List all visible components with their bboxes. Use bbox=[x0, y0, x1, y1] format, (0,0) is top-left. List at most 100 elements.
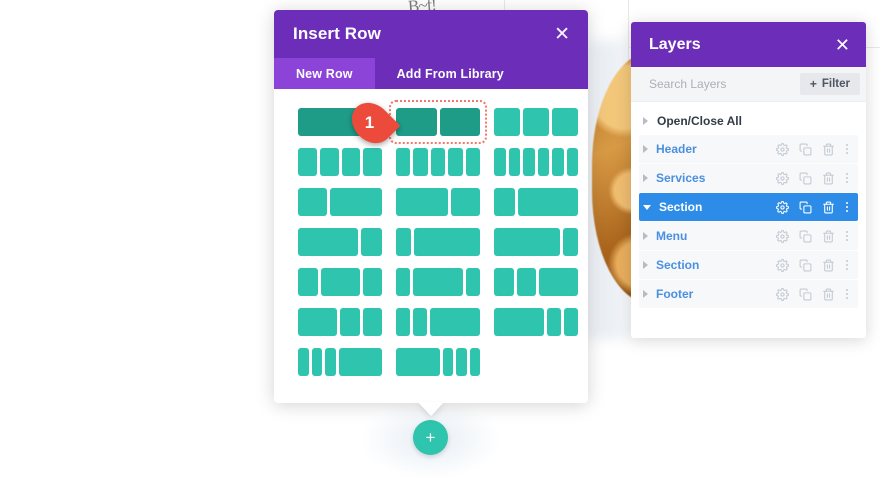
layout-column bbox=[508, 148, 520, 176]
layout-column bbox=[456, 348, 467, 376]
gear-icon[interactable] bbox=[776, 142, 789, 156]
row-layout-option-1/5-4/5[interactable] bbox=[394, 225, 482, 259]
layer-row-section[interactable]: Section bbox=[639, 193, 858, 221]
row-layout-option-1/5-3/5-1/5[interactable] bbox=[394, 265, 482, 299]
row-layout-option-5-column[interactable] bbox=[394, 145, 482, 179]
layer-row-actions bbox=[776, 200, 858, 214]
row-layout-option-6-column[interactable] bbox=[492, 145, 580, 179]
trash-icon[interactable] bbox=[822, 143, 835, 156]
duplicate-icon[interactable] bbox=[799, 143, 812, 156]
tab-new-row[interactable]: New Row bbox=[274, 58, 375, 89]
layout-column bbox=[566, 148, 578, 176]
layout-column bbox=[340, 308, 360, 336]
gear-icon[interactable] bbox=[776, 200, 789, 214]
kebab-menu-icon[interactable] bbox=[845, 260, 849, 270]
layout-column bbox=[494, 268, 514, 296]
open-close-all-toggle[interactable]: Open/Close All bbox=[631, 110, 866, 135]
filter-button-label: Filter bbox=[821, 78, 850, 90]
search-input[interactable] bbox=[649, 77, 789, 91]
layer-row-footer[interactable]: Footer bbox=[639, 280, 858, 308]
row-layout-option-1/5-1/5-3/5[interactable] bbox=[394, 305, 482, 339]
duplicate-icon[interactable] bbox=[799, 259, 812, 272]
layout-column bbox=[298, 308, 337, 336]
layout-column bbox=[396, 108, 437, 136]
row-layout-option-2-column[interactable]: 1 bbox=[343, 94, 487, 152]
layout-column bbox=[430, 308, 480, 336]
trash-icon[interactable] bbox=[822, 288, 835, 301]
row-layout-option-3-column[interactable] bbox=[492, 105, 580, 139]
duplicate-icon[interactable] bbox=[799, 288, 812, 301]
page-canvas: B~f! + Insert Row ✕ New Row Add From Lib… bbox=[0, 0, 880, 501]
layout-column bbox=[442, 348, 453, 376]
gear-icon[interactable] bbox=[776, 258, 789, 272]
layout-column bbox=[396, 228, 411, 256]
plus-icon: + bbox=[425, 427, 436, 447]
kebab-menu-icon[interactable] bbox=[845, 144, 849, 154]
close-icon[interactable]: ✕ bbox=[554, 25, 570, 44]
row-layout-option-1/2-1/4-1/4[interactable] bbox=[296, 305, 384, 339]
layout-column bbox=[537, 148, 549, 176]
layout-column bbox=[516, 268, 536, 296]
chevron-right-icon[interactable] bbox=[643, 261, 648, 269]
chevron-right-icon[interactable] bbox=[643, 290, 648, 298]
add-row-button[interactable]: + bbox=[413, 420, 448, 455]
gear-icon[interactable] bbox=[776, 287, 789, 301]
trash-icon[interactable] bbox=[822, 259, 835, 272]
row-layout-option-2/3-1/3[interactable] bbox=[394, 185, 482, 219]
filter-button[interactable]: + Filter bbox=[799, 73, 860, 95]
row-layout-option-1/4-1/2-1/4[interactable] bbox=[296, 265, 384, 299]
layer-row-services[interactable]: Services bbox=[639, 164, 858, 192]
layout-column bbox=[396, 148, 411, 176]
layout-column bbox=[494, 228, 561, 256]
layout-column bbox=[298, 348, 309, 376]
layout-column bbox=[518, 188, 578, 216]
row-layout-option-4-column[interactable] bbox=[296, 145, 384, 179]
trash-icon[interactable] bbox=[822, 230, 835, 243]
row-layout-option-4/5-1/5[interactable] bbox=[492, 225, 580, 259]
row-layout-option-1/4-1/4-1/2[interactable] bbox=[492, 265, 580, 299]
modal-header: Insert Row ✕ bbox=[274, 10, 588, 58]
layout-column bbox=[360, 228, 382, 256]
kebab-menu-icon[interactable] bbox=[845, 231, 849, 241]
gear-icon[interactable] bbox=[776, 171, 789, 185]
layout-column bbox=[523, 108, 549, 136]
kebab-menu-icon[interactable] bbox=[845, 289, 849, 299]
row-layout-option-1/4-3/4[interactable] bbox=[492, 185, 580, 219]
layer-row-actions bbox=[776, 171, 858, 185]
duplicate-icon[interactable] bbox=[799, 172, 812, 185]
trash-icon[interactable] bbox=[822, 172, 835, 185]
chevron-right-icon[interactable] bbox=[643, 174, 648, 182]
row-layout-option-1/3-2/3[interactable] bbox=[296, 185, 384, 219]
layout-column bbox=[362, 308, 382, 336]
layer-row-menu[interactable]: Menu bbox=[639, 222, 858, 250]
duplicate-icon[interactable] bbox=[799, 230, 812, 243]
tab-add-from-library[interactable]: Add From Library bbox=[375, 58, 526, 89]
close-icon[interactable]: ✕ bbox=[835, 36, 850, 54]
chevron-down-icon[interactable] bbox=[643, 204, 651, 210]
layer-row-header[interactable]: Header bbox=[639, 135, 858, 163]
plus-icon: + bbox=[809, 77, 817, 91]
row-layout-option-empty-slot bbox=[492, 345, 580, 379]
row-layout-option-1/6-1/6-1/6-1/2[interactable] bbox=[296, 345, 384, 379]
kebab-menu-icon[interactable] bbox=[845, 202, 849, 212]
layer-name-label: Menu bbox=[656, 229, 688, 243]
trash-icon[interactable] bbox=[822, 201, 835, 214]
layout-column bbox=[396, 308, 411, 336]
duplicate-icon[interactable] bbox=[799, 201, 812, 214]
layer-row-section[interactable]: Section bbox=[639, 251, 858, 279]
row-layout-option-3/5-1/5-1/5[interactable] bbox=[492, 305, 580, 339]
layout-column bbox=[563, 228, 578, 256]
row-layout-option-1/2-1/6-1/6-1/6[interactable] bbox=[394, 345, 482, 379]
row-layout-option-3/4-1/4[interactable] bbox=[296, 225, 384, 259]
layout-column bbox=[338, 348, 382, 376]
layer-name-label: Section bbox=[659, 200, 703, 214]
layout-column bbox=[325, 348, 336, 376]
kebab-menu-icon[interactable] bbox=[845, 173, 849, 183]
layout-column bbox=[330, 188, 382, 216]
layer-name-label: Header bbox=[656, 142, 697, 156]
chevron-right-icon[interactable] bbox=[643, 232, 648, 240]
gear-icon[interactable] bbox=[776, 229, 789, 243]
tab-new-row-label: New Row bbox=[296, 66, 353, 81]
chevron-right-icon[interactable] bbox=[643, 145, 648, 153]
layout-column bbox=[298, 188, 328, 216]
